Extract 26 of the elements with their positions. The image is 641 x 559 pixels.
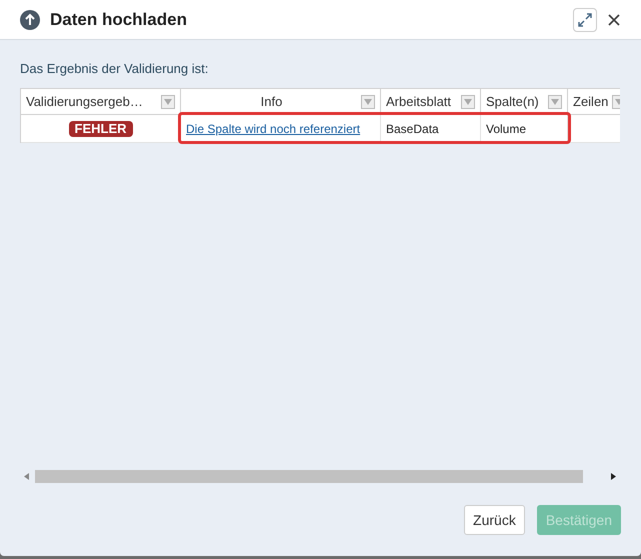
column-header: Spalte(n) (486, 92, 540, 111)
intro-text: Das Ergebnis der Validierung ist: (20, 61, 210, 77)
column-cell-text: Volume (486, 120, 526, 138)
filter-button[interactable] (361, 94, 375, 108)
filter-button[interactable] (161, 94, 175, 108)
caret-icon (551, 98, 559, 104)
caret-icon (364, 98, 372, 104)
status-badge: FEHLER (68, 120, 132, 136)
caret-icon (464, 98, 472, 104)
expand-button[interactable] (573, 8, 597, 32)
dialog-title: Daten hochladen (50, 8, 187, 31)
column-header: Arbeitsblatt (386, 92, 452, 111)
info-link[interactable]: Die Spalte wird noch referenziert (186, 120, 360, 138)
filter-button[interactable] (461, 94, 475, 108)
caret-icon (164, 98, 172, 104)
column-header: Zeilen (573, 92, 608, 111)
close-button[interactable] (607, 12, 621, 26)
column-header: Info (260, 92, 284, 111)
scroll-left-icon[interactable] (24, 472, 29, 480)
filter-button[interactable] (548, 94, 562, 108)
upload-icon (20, 10, 40, 30)
back-button[interactable]: Zurück (464, 505, 525, 535)
scroll-right-icon[interactable] (611, 472, 616, 480)
expand-icon (578, 12, 592, 26)
sheet-cell-text: BaseData (386, 120, 439, 138)
column-header: Validierungsergeb… (26, 92, 144, 111)
